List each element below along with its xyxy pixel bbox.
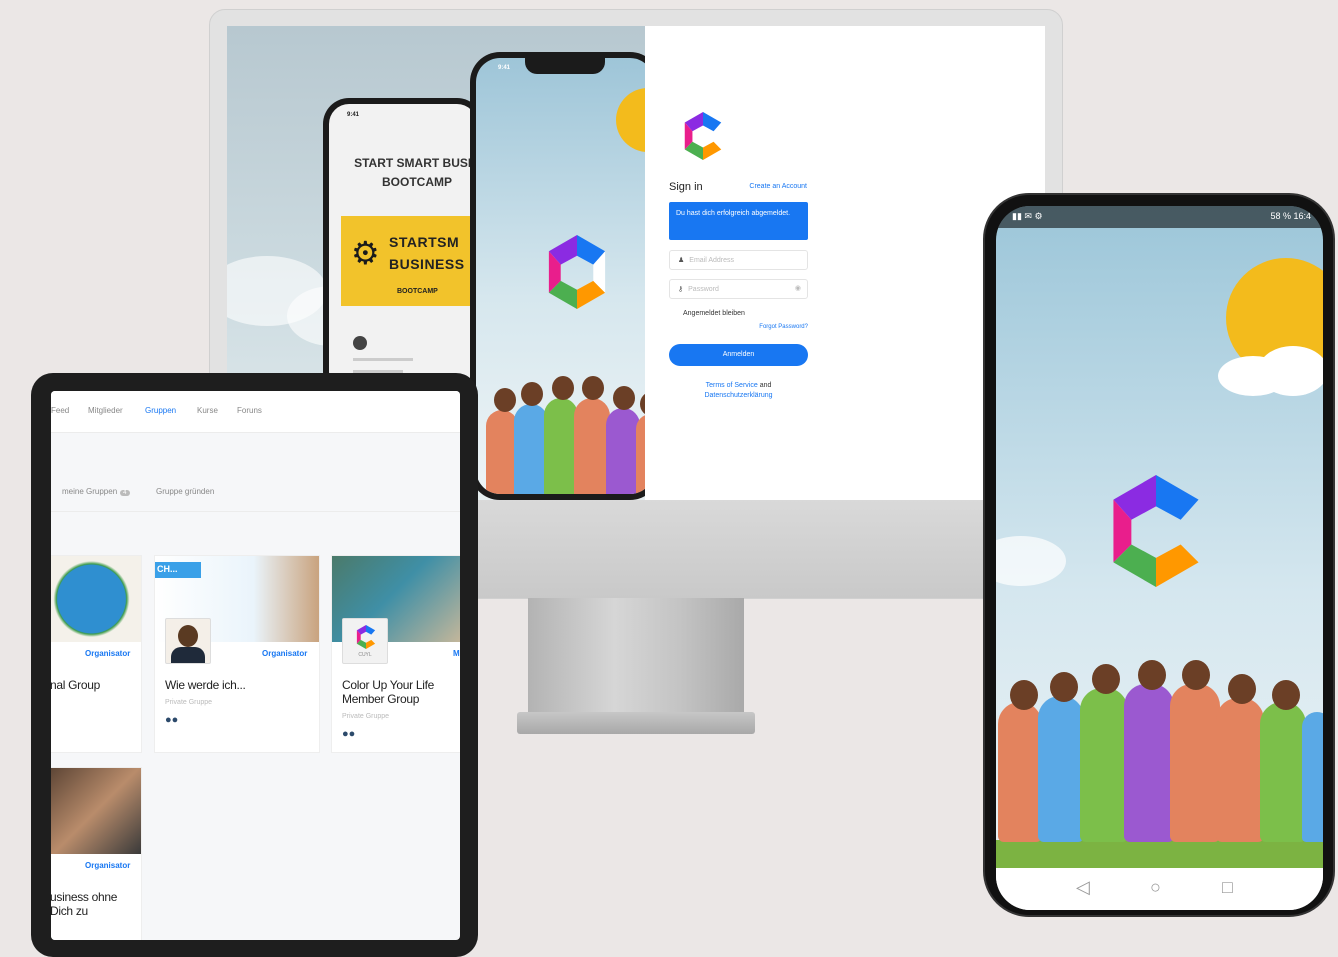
create-account-link[interactable]: Create an Account	[745, 183, 807, 190]
group-privacy: Private Gruppe	[342, 713, 390, 720]
phone-screen: ▮▮ ✉ ⚙ 58 % 16:4 ◁ ○ □	[996, 206, 1323, 910]
tablet-screen: Feed Mitglieder Gruppen Kurse Foruns mei…	[51, 391, 460, 940]
organizer-label: Organisator	[262, 649, 308, 658]
home-icon[interactable]: ○	[1150, 877, 1161, 898]
remember-me-checkbox[interactable]: Angemeldet bleiben	[683, 310, 745, 317]
user-icon: ♟	[678, 257, 685, 264]
key-icon: ⚷	[678, 286, 684, 293]
organizer-label: Organisator	[85, 649, 131, 658]
organizer-label: Organisator	[85, 861, 131, 870]
people-illustration	[998, 702, 1042, 842]
app-logo-icon	[684, 112, 722, 160]
signal-icon: ▮▮ ✉ ⚙	[1012, 211, 1043, 221]
app-logo-icon	[1113, 475, 1199, 587]
avatar	[353, 336, 367, 350]
group-card[interactable]: Organisator usiness ohne Dich zu	[51, 767, 142, 940]
group-title: Color Up Your Life Member Group	[342, 678, 434, 706]
email-field[interactable]: ♟ Email Address	[669, 250, 808, 270]
group-card[interactable]: CH... Organisator Wie werde ich... Priva…	[154, 555, 320, 753]
terms-link[interactable]: Terms of Service	[706, 382, 758, 389]
tab-groups[interactable]: Gruppen	[145, 406, 176, 415]
member-avatars: ●●	[165, 714, 179, 726]
group-title: Wie werde ich...	[165, 678, 246, 692]
status-time: 9:41	[347, 112, 360, 118]
logout-success-banner: Du hast dich erfolgreich abgemeldet.	[669, 202, 808, 240]
tab-forums[interactable]: Foruns	[237, 406, 262, 415]
grass	[996, 840, 1323, 868]
count-badge: 4	[120, 490, 130, 496]
group-card[interactable]: CUYL M Color Up Your Life Member Group P…	[331, 555, 460, 753]
group-title: usiness ohne Dich zu	[51, 890, 118, 918]
tab-members[interactable]: Mitglieder	[88, 406, 123, 415]
promo-phone-back: 9:41 START SMART BUSIN BOOTCAMP ⚙ STARTS…	[323, 98, 483, 398]
status-bar: ▮▮ ✉ ⚙ 58 % 16:4	[996, 206, 1323, 228]
app-logo-icon	[548, 235, 606, 309]
status-time: 9:41	[498, 65, 511, 71]
imac-foot	[517, 712, 755, 734]
imac-stand	[528, 598, 744, 720]
organizer-label: M	[453, 649, 460, 658]
tab-bar: Feed Mitglieder Gruppen Kurse Foruns	[51, 391, 460, 433]
group-cover-image	[51, 768, 141, 854]
signin-title: Sign in	[669, 181, 703, 193]
forgot-password-link[interactable]: Forgot Password?	[705, 324, 808, 330]
promo-phone-front: 9:41	[470, 52, 660, 500]
bootcamp-banner: ⚙ STARTSM BUSINESS BOOTCAMP	[341, 216, 477, 306]
organizer-avatar: CUYL	[342, 618, 388, 664]
eye-icon[interactable]: ◉	[795, 284, 801, 292]
bootcamp-title: START SMART BUSIN BOOTCAMP	[354, 156, 477, 189]
terms-text: Terms of Service and Datenschutzerklärun…	[669, 381, 808, 401]
app-logo-icon	[356, 625, 376, 649]
privacy-link[interactable]: Datenschutzerklärung	[669, 391, 808, 401]
recent-apps-icon[interactable]: □	[1222, 877, 1233, 898]
group-card[interactable]: Organisator nal Group	[51, 555, 142, 753]
password-field[interactable]: ⚷ Password ◉	[669, 279, 808, 299]
gear-icon: ⚙	[351, 235, 380, 271]
android-nav-bar: ◁ ○ □	[996, 868, 1323, 910]
organizer-avatar	[165, 618, 211, 664]
filter-my-groups[interactable]: meine Gruppen 4	[62, 487, 130, 496]
login-button[interactable]: Anmelden	[669, 344, 808, 366]
create-group-button[interactable]: Gruppe gründen	[156, 487, 214, 496]
group-title: nal Group	[51, 678, 100, 692]
group-privacy: Private Gruppe	[165, 699, 213, 706]
tab-courses[interactable]: Kurse	[197, 406, 218, 415]
group-cover-image	[51, 556, 141, 642]
tab-feed[interactable]: Feed	[51, 406, 69, 415]
cover-banner: CH...	[155, 562, 201, 578]
back-icon[interactable]: ◁	[1076, 877, 1090, 898]
member-avatars: ●●	[342, 728, 356, 740]
battery-time: 58 % 16:4	[1270, 211, 1311, 221]
